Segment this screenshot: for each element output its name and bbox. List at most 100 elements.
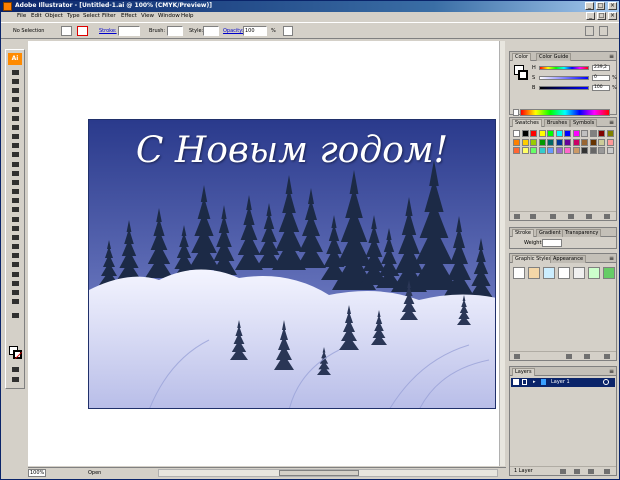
menu-help[interactable]: Help [181, 13, 194, 19]
swap-colors-icon[interactable] [9, 312, 21, 319]
pen-tool-icon[interactable] [9, 106, 21, 113]
swatch[interactable] [521, 130, 529, 137]
swatch-options-icon[interactable] [550, 214, 556, 219]
menu-file[interactable]: File [17, 13, 26, 19]
swatch[interactable] [564, 147, 571, 154]
swatch[interactable] [513, 138, 520, 146]
type-tool-icon[interactable] [9, 115, 21, 122]
swatch[interactable] [581, 138, 588, 146]
graph-tool-icon[interactable] [9, 206, 21, 213]
swatch[interactable] [555, 130, 563, 137]
break-link-icon[interactable] [566, 354, 572, 359]
slice-tool-icon[interactable] [9, 261, 21, 268]
stroke-swatch[interactable] [13, 350, 22, 359]
menu-edit[interactable]: Edit [31, 13, 42, 19]
color-stroke-swatch[interactable] [518, 70, 528, 80]
swatch[interactable] [547, 147, 554, 154]
saturation-bar[interactable] [539, 76, 589, 80]
swatch[interactable] [589, 138, 597, 146]
stroke-weight-field[interactable] [118, 26, 140, 36]
tab-graphic-styles[interactable]: Graphic Styles [512, 255, 555, 263]
style-libraries-icon[interactable] [514, 354, 520, 359]
pencil-tool-icon[interactable] [9, 151, 21, 158]
symbol-sprayer-tool-icon[interactable] [9, 197, 21, 204]
eraser-tool-icon[interactable] [9, 271, 21, 278]
live-paint-tool-icon[interactable] [9, 252, 21, 259]
expand-triangle-icon[interactable]: ▸ [533, 378, 536, 386]
saturation-value[interactable]: 0 [592, 75, 610, 81]
swatch[interactable] [547, 130, 554, 137]
tab-swatches[interactable]: Swatches [512, 119, 542, 127]
graphic-style-swatch[interactable] [513, 267, 525, 279]
warp-tool-icon[interactable] [9, 179, 21, 186]
free-transform-tool-icon[interactable] [9, 188, 21, 195]
swatch[interactable] [581, 130, 588, 137]
swatch[interactable] [598, 138, 605, 146]
menu-select[interactable]: Select [83, 13, 100, 19]
new-style-icon[interactable] [584, 354, 590, 359]
blend-tool-icon[interactable] [9, 243, 21, 250]
rotate-tool-icon[interactable] [9, 161, 21, 168]
new-layer-icon[interactable] [588, 469, 594, 474]
artwork-image[interactable]: С Новым годом! [88, 119, 496, 409]
new-sublayer-icon[interactable] [574, 469, 580, 474]
document-setup-icon[interactable] [283, 26, 293, 36]
opacity-field[interactable]: 100 [243, 26, 267, 36]
menu-effect[interactable]: Effect [121, 13, 137, 19]
direct-selection-tool-icon[interactable] [9, 78, 21, 85]
doc-minimize-button[interactable]: _ [586, 12, 596, 20]
panel-menu-icon[interactable]: ≡ [609, 53, 614, 60]
style-picker[interactable] [203, 26, 219, 36]
swatch[interactable] [513, 147, 520, 154]
tab-appearance[interactable]: Appearance [550, 255, 587, 263]
menu-object[interactable]: Object [45, 13, 63, 19]
menu-filter[interactable]: Filter [102, 13, 116, 19]
swatch[interactable] [547, 138, 554, 146]
eye-icon[interactable] [513, 379, 519, 385]
swatch[interactable] [606, 130, 614, 137]
swatch[interactable] [572, 130, 580, 137]
brush-picker[interactable] [167, 26, 183, 36]
tab-color-guide[interactable]: Color Guide [536, 53, 572, 61]
selection-tool-icon[interactable] [9, 69, 21, 76]
minimize-button[interactable]: _ [585, 2, 594, 10]
color-spectrum[interactable] [520, 109, 610, 116]
status-info[interactable]: Open [88, 470, 101, 476]
swatch[interactable] [598, 130, 605, 137]
magic-wand-tool-icon[interactable] [9, 87, 21, 94]
close-button[interactable]: × [608, 2, 617, 10]
tab-transparency[interactable]: Transparency [562, 229, 602, 237]
swatch[interactable] [572, 138, 580, 146]
graphic-style-swatch[interactable] [573, 267, 585, 279]
scale-tool-icon[interactable] [9, 170, 21, 177]
swatch[interactable] [530, 147, 537, 154]
lasso-tool-icon[interactable] [9, 96, 21, 103]
swatch[interactable] [555, 147, 563, 154]
paintbrush-tool-icon[interactable] [9, 142, 21, 149]
swatch[interactable] [538, 138, 546, 146]
stroke-weight-input[interactable] [542, 239, 562, 247]
horizontal-scrollbar[interactable] [158, 469, 498, 477]
show-swatch-kinds-icon[interactable] [530, 214, 536, 219]
rectangle-tool-icon[interactable] [9, 133, 21, 140]
swatch[interactable] [521, 138, 529, 146]
tab-gradient[interactable]: Gradient [536, 229, 564, 237]
target-icon[interactable] [603, 379, 609, 385]
delete-style-icon[interactable] [604, 354, 610, 359]
tab-layers[interactable]: Layers [512, 368, 535, 376]
swatch[interactable] [572, 147, 580, 154]
fill-color-picker[interactable] [61, 26, 72, 36]
swatch[interactable] [606, 147, 614, 154]
menu-window[interactable]: Window [158, 13, 180, 19]
swatch[interactable] [581, 147, 588, 154]
doc-restore-button[interactable]: □ [597, 12, 607, 20]
swatch[interactable] [564, 130, 571, 137]
maximize-button[interactable]: □ [596, 2, 605, 10]
swatch[interactable] [538, 147, 546, 154]
delete-layer-icon[interactable] [604, 469, 610, 474]
swatch[interactable] [606, 138, 614, 146]
tab-brushes[interactable]: Brushes [544, 119, 571, 127]
tab-symbols[interactable]: Symbols [570, 119, 598, 127]
doc-close-button[interactable]: × [608, 12, 617, 20]
stroke-color-picker[interactable] [77, 26, 88, 36]
